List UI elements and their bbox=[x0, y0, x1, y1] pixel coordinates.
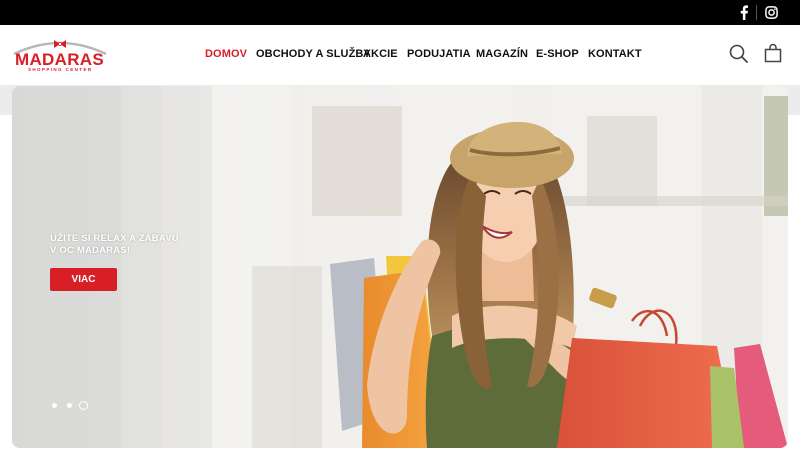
slider-dot-2[interactable] bbox=[67, 403, 72, 408]
hero-more-button[interactable]: VIAC bbox=[50, 268, 117, 291]
hero-slider: UŽITE SI RELAX A ZÁBAVU V OC MADARAS! VI… bbox=[12, 86, 788, 448]
facebook-icon[interactable] bbox=[737, 4, 751, 21]
social-divider bbox=[756, 5, 757, 20]
hero-caption-line-2: V OC MADARAS! bbox=[50, 245, 131, 256]
hero-caption-line-1: UŽITE SI RELAX A ZÁBAVU bbox=[50, 233, 179, 244]
shopping-bag-icon[interactable] bbox=[762, 43, 784, 65]
instagram-icon[interactable] bbox=[763, 4, 780, 21]
nav-kontakt[interactable]: KONTAKT bbox=[588, 48, 642, 60]
nav-domov[interactable]: DOMOV bbox=[205, 48, 247, 60]
search-icon[interactable] bbox=[728, 43, 750, 65]
slider-dot-3-active[interactable] bbox=[79, 401, 88, 410]
nav-podujatia[interactable]: PODUJATIA bbox=[407, 48, 471, 60]
nav-e-shop[interactable]: E-SHOP bbox=[536, 48, 579, 60]
nav-obchody-a-sluzby[interactable]: OBCHODY A SLUŽBY bbox=[256, 48, 371, 60]
slider-dot-1[interactable] bbox=[52, 403, 57, 408]
nav-akcie[interactable]: AKCIE bbox=[363, 48, 398, 60]
hero-caption: UŽITE SI RELAX A ZÁBAVU V OC MADARAS! bbox=[50, 233, 190, 257]
madaras-logo[interactable]: MADARAS SHOPPING CENTER bbox=[11, 36, 109, 74]
hero-image bbox=[12, 86, 788, 448]
logo-subtext: SHOPPING CENTER bbox=[28, 67, 93, 72]
nav-magazin[interactable]: MAGAZÍN bbox=[476, 48, 528, 60]
site-header: MADARAS SHOPPING CENTER DOMOV OBCHODY A … bbox=[0, 25, 800, 85]
top-bar bbox=[0, 0, 800, 25]
